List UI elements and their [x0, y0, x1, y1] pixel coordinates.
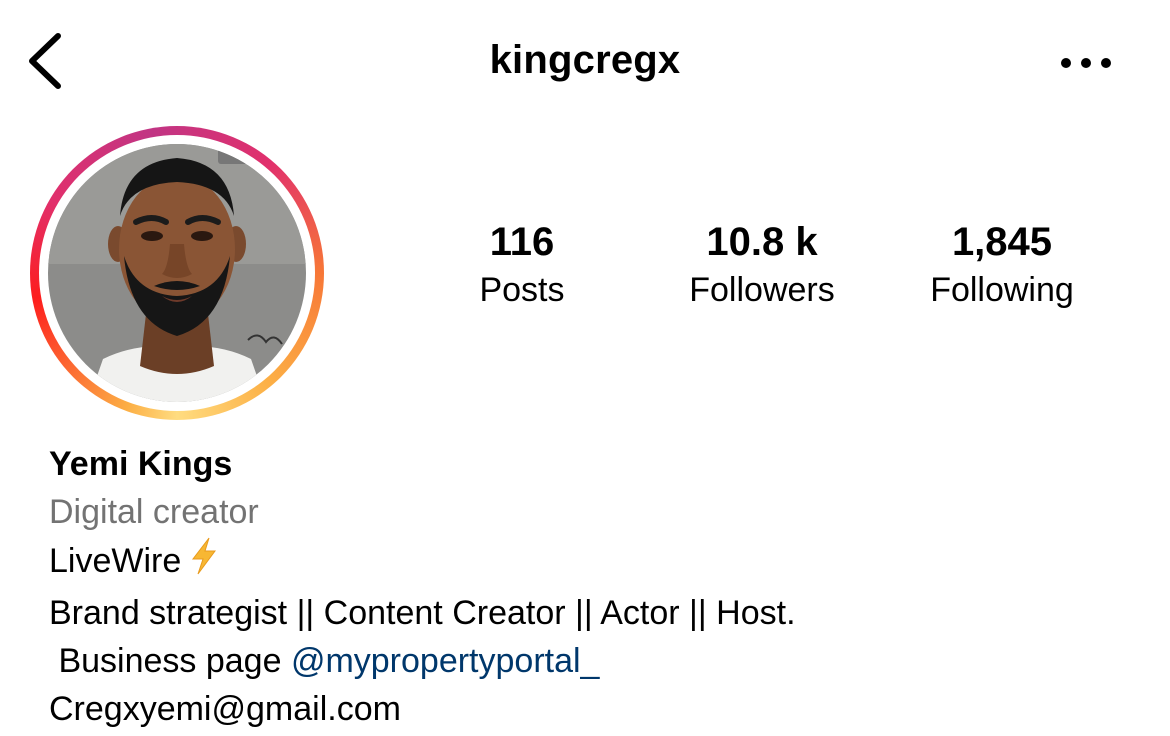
username-title: kingcregx: [489, 38, 681, 82]
avatar-illustration: [48, 144, 306, 402]
top-navigation-bar: kingcregx: [0, 0, 1170, 124]
profile-name: Yemi Kings: [49, 445, 233, 483]
posts-count-value: 116: [489, 220, 555, 264]
following-count-value: 1,845: [951, 220, 1053, 264]
more-options-button[interactable]: [1056, 46, 1116, 80]
followers-count-label: Followers: [689, 271, 835, 309]
bio-email: Cregxyemi@gmail.com: [49, 690, 401, 728]
posts-count-label: Posts: [479, 271, 565, 309]
profile-category: Digital creator: [49, 493, 259, 531]
lightning-bolt-icon: [189, 536, 219, 589]
bio-line-roles: Brand strategist || Content Creator || A…: [49, 594, 796, 632]
following-count-label: Following: [930, 271, 1074, 309]
avatar[interactable]: [48, 144, 306, 402]
story-ring[interactable]: [30, 126, 324, 420]
bio-line-livewire: LiveWire: [49, 536, 1129, 589]
ellipsis-horizontal-icon: [1061, 58, 1111, 68]
profile-bio: Yemi Kings Digital creator LiveWire Bran…: [49, 440, 1129, 733]
followers-count-value: 10.8 k: [706, 220, 818, 264]
bio-line-livewire-text: LiveWire: [49, 542, 182, 580]
followers-count[interactable]: 10.8 k Followers: [672, 218, 852, 312]
bio-line-business: Business page @mypropertyportal_: [49, 637, 1129, 685]
business-page-label: Business page: [49, 642, 291, 680]
posts-count[interactable]: 116 Posts: [462, 218, 582, 312]
business-page-mention-link[interactable]: @mypropertyportal_: [291, 642, 600, 680]
following-count[interactable]: 1,845 Following: [912, 218, 1092, 312]
